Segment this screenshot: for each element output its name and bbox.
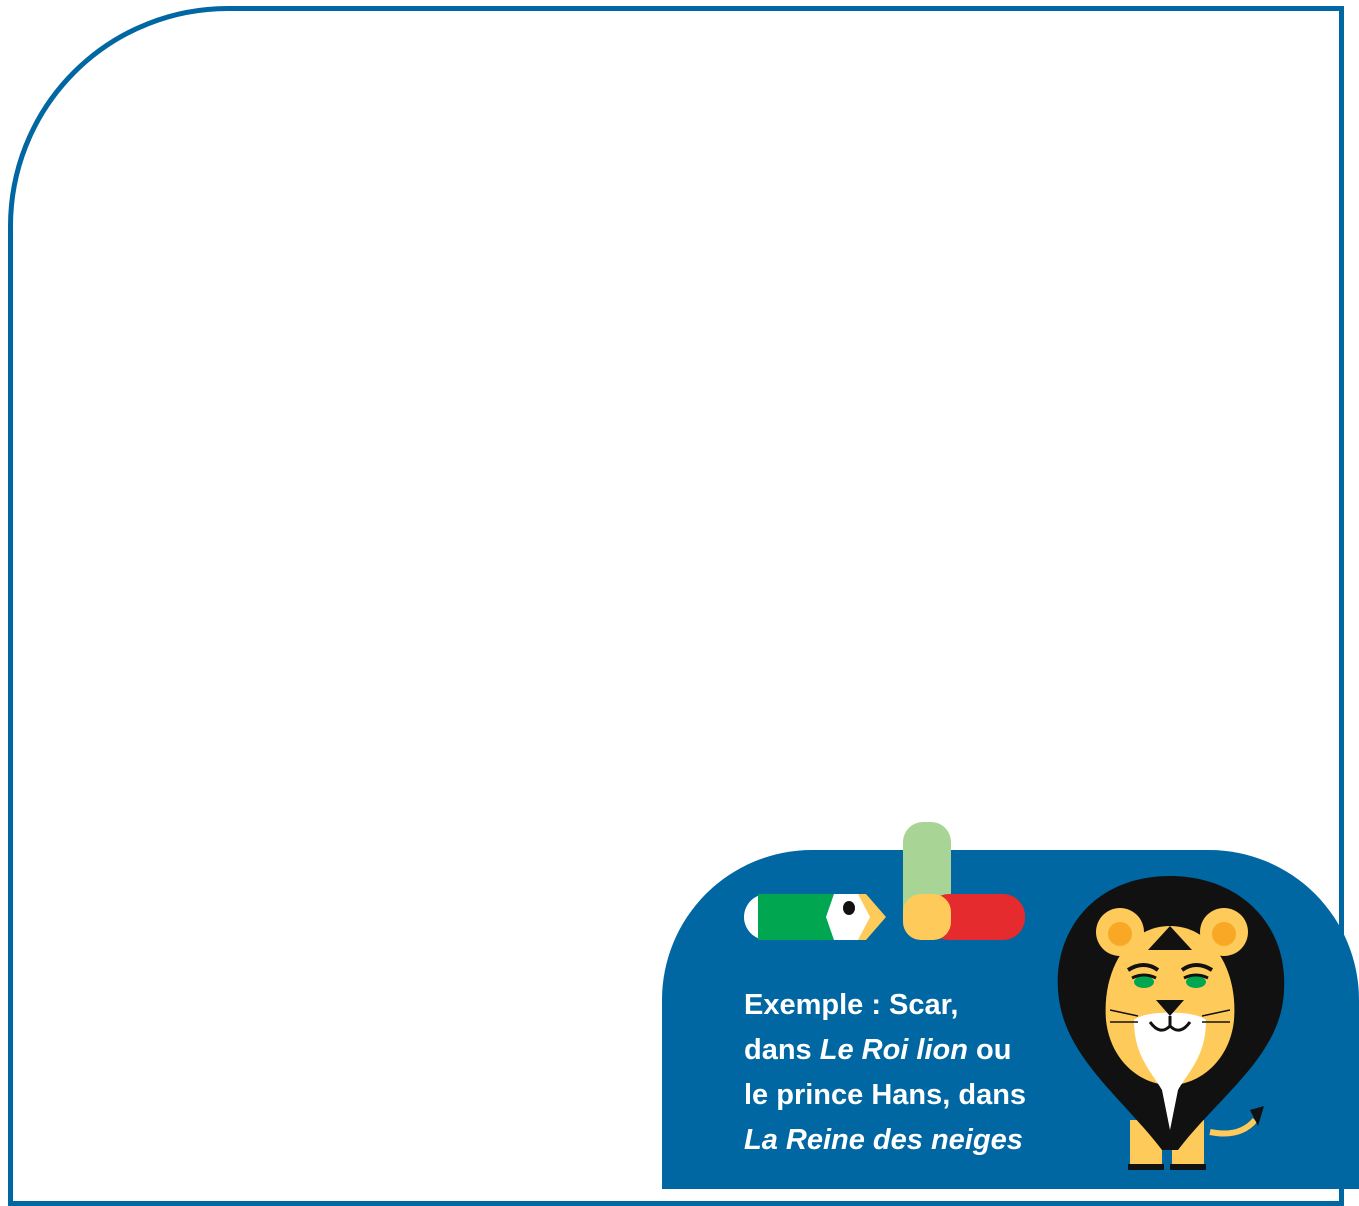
film-title-reine-neiges: La Reine des neiges (744, 1124, 1023, 1156)
logo-bars-icon (744, 822, 1025, 940)
example-line-2: dans Le Roi lion ou (744, 1034, 1012, 1066)
pencil-icon (744, 894, 886, 940)
example-line-3: le prince Hans, dans (744, 1079, 1027, 1111)
film-title-roi-lion: Le Roi lion (819, 1034, 968, 1066)
example-text: Exemple : Scar, dans Le Roi lion ou le p… (744, 983, 1084, 1163)
lion-illustration (1057, 876, 1285, 1170)
example-line-1: Exemple : Scar, (744, 989, 959, 1021)
